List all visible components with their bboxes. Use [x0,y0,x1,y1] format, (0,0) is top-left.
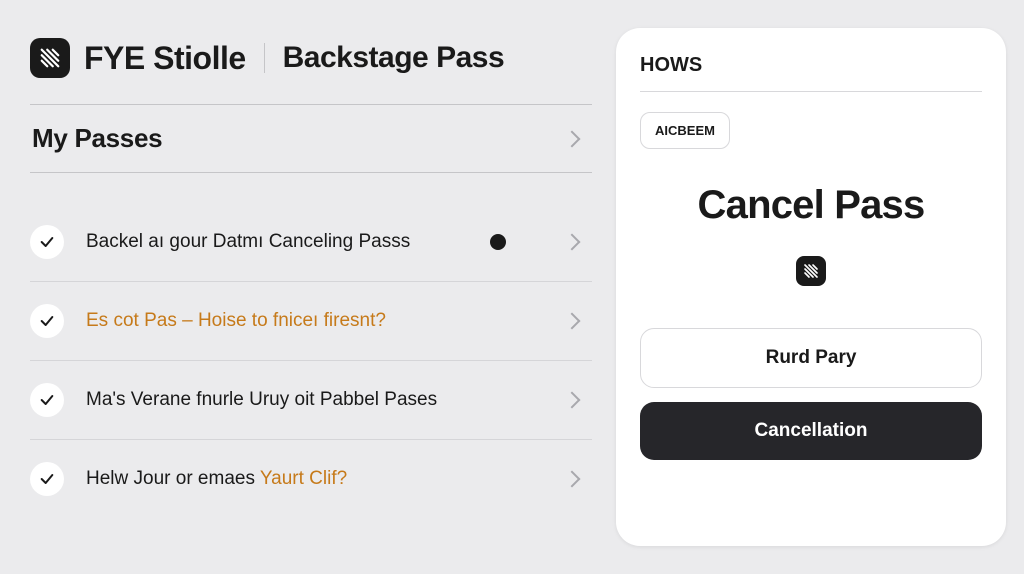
chevron-right-icon [564,471,581,488]
check-icon [30,225,64,259]
rurd-pary-button[interactable]: Rurd Pary [640,328,982,388]
list-item[interactable]: Helw Jour or emaes Yaurt Clif? [30,440,592,518]
status-dot-icon [490,234,506,250]
app-logo-icon [30,38,70,78]
list-item[interactable]: Ma's Verane fnurle Uruy oit Pabbel Pases [30,361,592,440]
panel-logo-icon [796,256,826,286]
my-passes-row[interactable]: My Passes [30,104,592,173]
app-title: FYE Stiolle [84,40,246,77]
panel-title: Cancel Pass [640,183,982,228]
my-passes-title: My Passes [32,123,162,154]
panel-header: HOWS [640,54,982,92]
list-item[interactable]: Es cot Pas – Hoise to fniceı firesnt? [30,282,592,361]
cancellation-button[interactable]: Cancellation [640,402,982,460]
list-item-label: Ma's Verane fnurle Uruy oit Pabbel Pases [86,389,566,411]
chevron-right-icon [564,234,581,251]
passes-list: Backel aı gour Datmı Canceling Passs Es … [30,203,592,518]
list-item[interactable]: Backel aı gour Datmı Canceling Passs [30,203,592,282]
check-icon [30,462,64,496]
divider [264,43,265,73]
check-icon [30,383,64,417]
chevron-right-icon [564,313,581,330]
cancel-panel: HOWS AICBEEM Cancel Pass Rurd Pary Cance… [616,28,1006,546]
list-item-label: Es cot Pas – Hoise to fniceı firesnt? [86,310,566,332]
list-item-label: Backel aı gour Datmı Canceling Passs [86,231,490,253]
check-icon [30,304,64,338]
section-title: Backstage Pass [283,41,505,75]
list-item-label: Helw Jour or emaes Yaurt Clif? [86,468,566,490]
chevron-right-icon [564,130,581,147]
tag-button[interactable]: AICBEEM [640,112,730,149]
chevron-right-icon [564,392,581,409]
header: FYE Stiolle Backstage Pass [30,38,592,78]
